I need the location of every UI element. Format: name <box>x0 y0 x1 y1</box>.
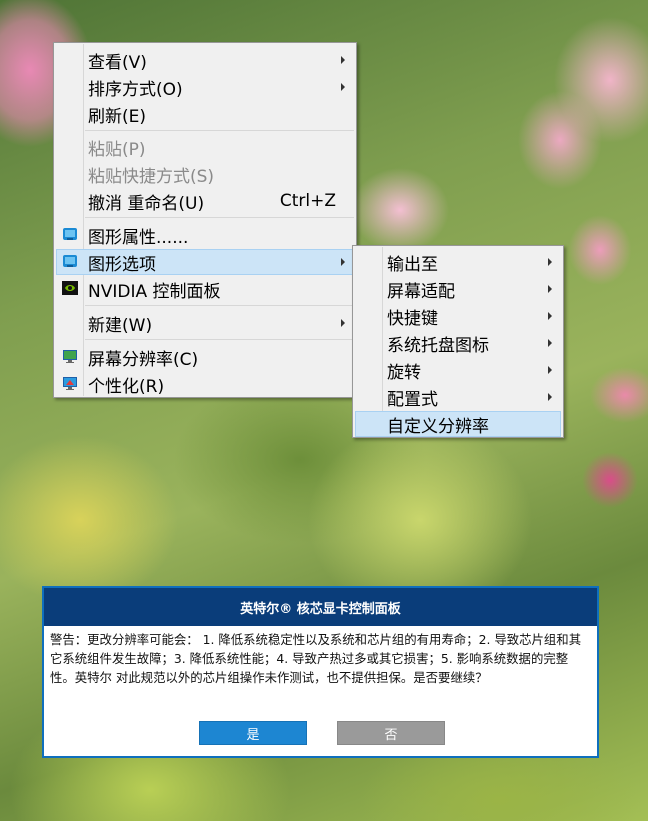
menu-item-label: 撤消 重命名(U) <box>88 193 205 214</box>
personalize-icon <box>62 375 78 391</box>
menu-item-label: 自定义分辨率 <box>387 416 489 437</box>
submenu-item-profiles[interactable]: 配置式 <box>355 384 561 410</box>
submenu-arrow-icon <box>548 339 552 347</box>
menu-item-refresh[interactable]: 刷新(E) <box>56 101 354 127</box>
menu-item-label: 图形选项 <box>88 254 156 275</box>
menu-item-label: 刷新(E) <box>88 106 147 127</box>
intel-graphics-icon <box>62 226 78 242</box>
menu-item-label: 屏幕适配 <box>387 281 455 302</box>
menu-item-paste-shortcut: 粘贴快捷方式(S) <box>56 161 354 187</box>
menu-item-new[interactable]: 新建(W) <box>56 310 354 336</box>
submenu-item-output-to[interactable]: 输出至 <box>355 249 561 275</box>
dialog-title: 英特尔® 核芯显卡控制面板 <box>44 588 597 626</box>
menu-item-label: NVIDIA 控制面板 <box>88 281 221 302</box>
graphics-options-submenu: 输出至 屏幕适配 快捷键 系统托盘图标 旋转 配置式 自定义分辨率 <box>352 245 564 438</box>
submenu-item-screen-fit[interactable]: 屏幕适配 <box>355 276 561 302</box>
submenu-arrow-icon <box>341 319 345 327</box>
submenu-arrow-icon <box>341 258 345 266</box>
menu-item-label: 新建(W) <box>88 315 153 336</box>
submenu-item-hotkeys[interactable]: 快捷键 <box>355 303 561 329</box>
menu-item-label: 排序方式(O) <box>88 79 183 100</box>
submenu-item-custom-resolution[interactable]: 自定义分辨率 <box>355 411 561 437</box>
custom-resolution-warning-dialog: 英特尔® 核芯显卡控制面板 警告：更改分辨率可能会： 1. 降低系统稳定性以及系… <box>42 586 599 758</box>
menu-item-label: 配置式 <box>387 389 438 410</box>
submenu-arrow-icon <box>341 83 345 91</box>
menu-item-personalize[interactable]: 个性化(R) <box>56 371 354 397</box>
menu-item-label: 屏幕分辨率(C) <box>88 349 199 370</box>
menu-separator <box>85 217 354 218</box>
desktop-background[interactable]: { "context_menu": { "items": [ {"label":… <box>0 0 648 821</box>
menu-item-screen-resolution[interactable]: 屏幕分辨率(C) <box>56 344 354 370</box>
menu-item-label: 快捷键 <box>387 308 438 329</box>
menu-separator <box>85 339 354 340</box>
menu-item-sort-by[interactable]: 排序方式(O) <box>56 74 354 100</box>
menu-item-shortcut: Ctrl+Z <box>279 191 336 211</box>
dialog-message: 警告：更改分辨率可能会： 1. 降低系统稳定性以及系统和芯片组的有用寿命；2. … <box>50 632 582 685</box>
submenu-item-tray-icon[interactable]: 系统托盘图标 <box>355 330 561 356</box>
menu-item-graphics-options[interactable]: 图形选项 <box>56 249 354 275</box>
menu-item-label: 系统托盘图标 <box>387 335 489 356</box>
menu-item-label: 查看(V) <box>88 52 147 73</box>
menu-item-graphics-properties[interactable]: 图形属性...... <box>56 222 354 248</box>
submenu-arrow-icon <box>548 393 552 401</box>
menu-item-paste: 粘贴(P) <box>56 134 354 160</box>
menu-item-label: 旋转 <box>387 362 421 383</box>
menu-item-undo-rename[interactable]: 撤消 重命名(U) Ctrl+Z <box>56 188 354 214</box>
desktop-context-menu: 查看(V) 排序方式(O) 刷新(E) 粘贴(P) 粘贴快捷方式(S) 撤消 重… <box>53 42 357 398</box>
display-icon <box>62 348 78 364</box>
submenu-arrow-icon <box>548 285 552 293</box>
menu-item-label: 个性化(R) <box>88 376 165 397</box>
submenu-arrow-icon <box>548 366 552 374</box>
menu-item-label: 粘贴(P) <box>88 139 146 160</box>
menu-item-nvidia-control-panel[interactable]: NVIDIA 控制面板 <box>56 276 354 302</box>
submenu-arrow-icon <box>548 258 552 266</box>
menu-separator <box>85 130 354 131</box>
menu-item-label: 粘贴快捷方式(S) <box>88 166 215 187</box>
submenu-arrow-icon <box>548 312 552 320</box>
intel-graphics-icon <box>62 253 78 269</box>
nvidia-icon <box>62 280 78 296</box>
yes-button[interactable]: 是 <box>199 721 307 745</box>
menu-item-view[interactable]: 查看(V) <box>56 47 354 73</box>
submenu-item-rotation[interactable]: 旋转 <box>355 357 561 383</box>
menu-item-label: 图形属性...... <box>88 227 189 248</box>
menu-item-label: 输出至 <box>387 254 438 275</box>
menu-separator <box>85 305 354 306</box>
submenu-arrow-icon <box>341 56 345 64</box>
no-button[interactable]: 否 <box>337 721 445 745</box>
